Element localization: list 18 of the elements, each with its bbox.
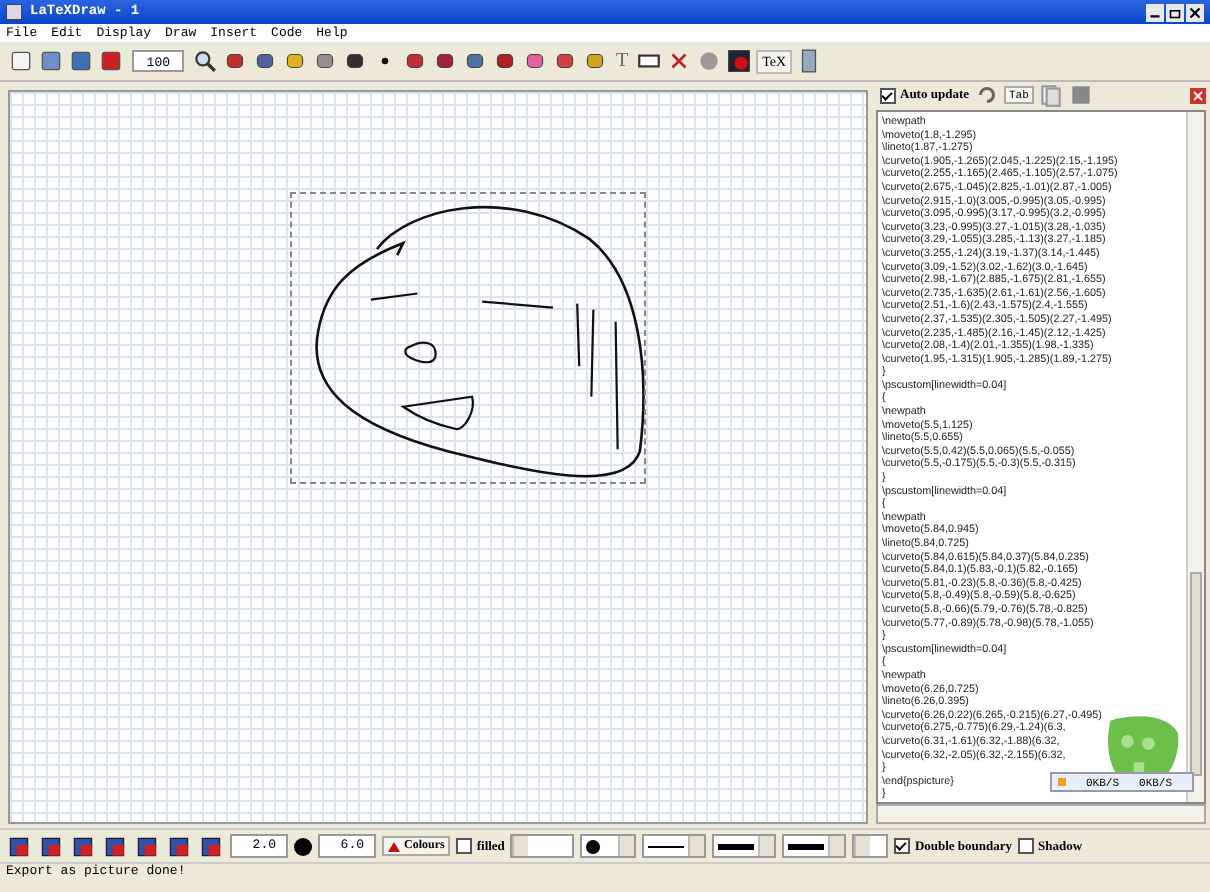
arrow-end-dropdown[interactable] [782,834,847,858]
refresh-icon[interactable] [973,82,999,108]
dot-icon [294,837,312,855]
triangle-icon [388,841,400,851]
app-icon [6,4,22,20]
search-icon[interactable] [192,48,218,74]
square-icon[interactable] [1068,82,1095,108]
arrow-start-dropdown[interactable] [712,834,777,858]
restore-icon[interactable] [1166,3,1184,21]
horizontal-scrollbar[interactable] [876,804,1206,824]
close-icon[interactable] [1186,3,1204,21]
dot-style-dropdown[interactable] [580,834,637,858]
line-style-dropdown[interactable] [642,834,707,858]
color-icon[interactable] [726,48,753,74]
vertical-scrollbar[interactable] [1186,112,1204,802]
bracket-dropdown[interactable] [852,834,889,858]
minimize-icon[interactable] [1146,3,1164,21]
text-tool-button[interactable]: T [612,48,633,74]
